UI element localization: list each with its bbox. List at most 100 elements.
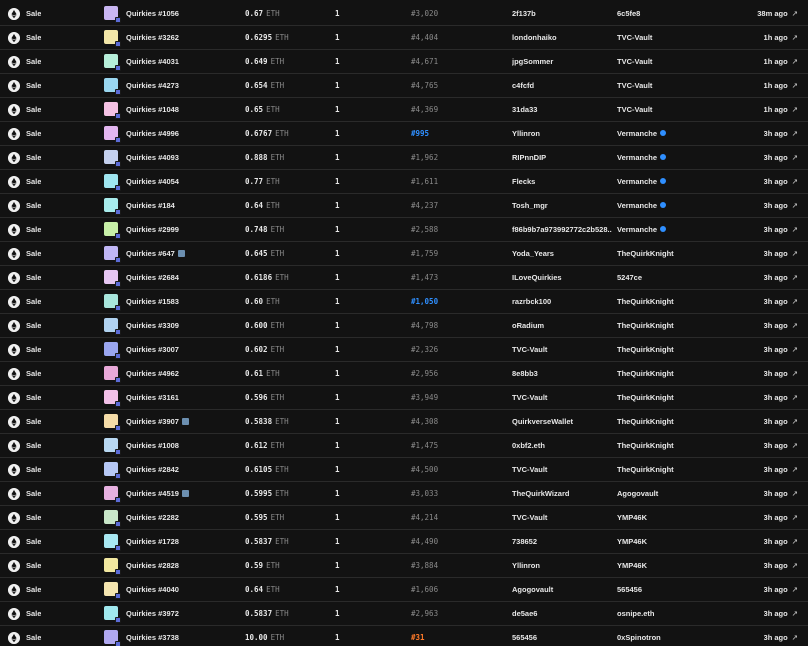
table-row[interactable]: Sale Quirkies #4273 0.654 ETH 1 #4,765 c4fcfd T… (0, 74, 808, 98)
to-address-link[interactable]: YMP46K (617, 506, 727, 529)
item-name-link[interactable]: Quirkies #1008 (126, 434, 179, 457)
time-link[interactable]: 3h ago ↗ (764, 434, 798, 457)
table-row[interactable]: Sale Quirkies #3309 0.600 ETH 1 #4,798 oRadium… (0, 314, 808, 338)
from-address-link[interactable]: 0xbf2.eth (512, 434, 612, 457)
time-link[interactable]: 3h ago ↗ (764, 578, 798, 601)
item-name-link[interactable]: Quirkies #2684 (126, 266, 179, 289)
item-name-link[interactable]: Quirkies #4093 (126, 146, 179, 169)
to-address-link[interactable]: Agogovault (617, 482, 727, 505)
nft-thumbnail[interactable] (104, 318, 121, 335)
table-row[interactable]: Sale Quirkies #1583 0.60 ETH 1 #1,050 razrbck1… (0, 290, 808, 314)
nft-thumbnail[interactable] (104, 366, 121, 383)
from-address-link[interactable]: Yllinron (512, 122, 612, 145)
time-link[interactable]: 1h ago ↗ (764, 98, 798, 121)
table-row[interactable]: Sale Quirkies #2282 0.595 ETH 1 #4,214 TVC-Vau… (0, 506, 808, 530)
time-link[interactable]: 3h ago ↗ (764, 146, 798, 169)
table-row[interactable]: Sale Quirkies #2999 0.748 ETH 1 #2,588 f86b9b7… (0, 218, 808, 242)
nft-thumbnail[interactable] (104, 126, 121, 143)
nft-thumbnail[interactable] (104, 630, 121, 646)
table-row[interactable]: Sale Quirkies #647 0.645 ETH 1 #1,759 Yoda_Yea… (0, 242, 808, 266)
from-address-link[interactable]: c4fcfd (512, 74, 612, 97)
nft-thumbnail[interactable] (104, 270, 121, 287)
item-name-link[interactable]: Quirkies #1048 (126, 98, 179, 121)
item-name-link[interactable]: Quirkies #3309 (126, 314, 179, 337)
item-name-link[interactable]: Quirkies #184 (126, 194, 175, 217)
to-address-link[interactable]: 6c5fe8 (617, 2, 727, 25)
from-address-link[interactable]: 565456 (512, 626, 612, 646)
item-name-link[interactable]: Quirkies #4273 (126, 74, 179, 97)
time-link[interactable]: 1h ago ↗ (764, 74, 798, 97)
table-row[interactable]: Sale Quirkies #4031 0.649 ETH 1 #4,671 jpgSomm… (0, 50, 808, 74)
nft-thumbnail[interactable] (104, 558, 121, 575)
to-address-link[interactable]: TVC-Vault (617, 98, 727, 121)
table-row[interactable]: Sale Quirkies #3907 0.5838 ETH 1 #4,308 Quirkv… (0, 410, 808, 434)
item-name-link[interactable]: Quirkies #4996 (126, 122, 179, 145)
item-name-link[interactable]: Quirkies #3907 (126, 410, 189, 433)
item-name-link[interactable]: Quirkies #4040 (126, 578, 179, 601)
nft-thumbnail[interactable] (104, 174, 121, 191)
from-address-link[interactable]: RIPnnDIP (512, 146, 612, 169)
item-name-link[interactable]: Quirkies #3007 (126, 338, 179, 361)
nft-thumbnail[interactable] (104, 486, 121, 503)
to-address-link[interactable]: Vermanche (617, 218, 727, 241)
nft-thumbnail[interactable] (104, 6, 121, 23)
from-address-link[interactable]: oRadium (512, 314, 612, 337)
time-link[interactable]: 3h ago ↗ (764, 602, 798, 625)
nft-thumbnail[interactable] (104, 150, 121, 167)
nft-thumbnail[interactable] (104, 534, 121, 551)
table-row[interactable]: Sale Quirkies #1056 0.67 ETH 1 #3,020 2f137b 6c… (0, 2, 808, 26)
nft-thumbnail[interactable] (104, 102, 121, 119)
nft-thumbnail[interactable] (104, 54, 121, 71)
item-name-link[interactable]: Quirkies #647 (126, 242, 185, 265)
to-address-link[interactable]: 565456 (617, 578, 727, 601)
from-address-link[interactable]: ILoveQuirkies (512, 266, 612, 289)
to-address-link[interactable]: TheQuirkKnight (617, 386, 727, 409)
time-link[interactable]: 3h ago ↗ (764, 530, 798, 553)
item-name-link[interactable]: Quirkies #3972 (126, 602, 179, 625)
table-row[interactable]: Sale Quirkies #2842 0.6105 ETH 1 #4,500 TVC-Va… (0, 458, 808, 482)
item-name-link[interactable]: Quirkies #4031 (126, 50, 179, 73)
to-address-link[interactable]: TheQuirkKnight (617, 458, 727, 481)
nft-thumbnail[interactable] (104, 30, 121, 47)
to-address-link[interactable]: Vermanche (617, 170, 727, 193)
from-address-link[interactable]: Yllinron (512, 554, 612, 577)
table-row[interactable]: Sale Quirkies #3972 0.5837 ETH 1 #2,963 de5ae6… (0, 602, 808, 626)
time-link[interactable]: 3h ago ↗ (764, 410, 798, 433)
from-address-link[interactable]: TVC-Vault (512, 506, 612, 529)
table-row[interactable]: Sale Quirkies #4996 0.6767 ETH 1 #995 Yllinron… (0, 122, 808, 146)
table-row[interactable]: Sale Quirkies #3738 10.00 ETH 1 #31 565456 0xSp… (0, 626, 808, 646)
table-row[interactable]: Sale Quirkies #4519 0.5995 ETH 1 #3,033 TheQui… (0, 482, 808, 506)
item-name-link[interactable]: Quirkies #4962 (126, 362, 179, 385)
item-name-link[interactable]: Quirkies #1728 (126, 530, 179, 553)
from-address-link[interactable]: jpgSommer (512, 50, 612, 73)
time-link[interactable]: 3h ago ↗ (764, 338, 798, 361)
to-address-link[interactable]: TheQuirkKnight (617, 410, 727, 433)
from-address-link[interactable]: 31da33 (512, 98, 612, 121)
nft-thumbnail[interactable] (104, 582, 121, 599)
from-address-link[interactable]: TheQuirkWizard (512, 482, 612, 505)
item-name-link[interactable]: Quirkies #4519 (126, 482, 189, 505)
item-name-link[interactable]: Quirkies #3161 (126, 386, 179, 409)
item-name-link[interactable]: Quirkies #4054 (126, 170, 179, 193)
to-address-link[interactable]: YMP46K (617, 530, 727, 553)
table-row[interactable]: Sale Quirkies #1048 0.65 ETH 1 #4,369 31da33 TV… (0, 98, 808, 122)
table-row[interactable]: Sale Quirkies #2684 0.6186 ETH 1 #1,473 ILoveQ… (0, 266, 808, 290)
to-address-link[interactable]: YMP46K (617, 554, 727, 577)
item-name-link[interactable]: Quirkies #2842 (126, 458, 179, 481)
table-row[interactable]: Sale Quirkies #3161 0.596 ETH 1 #3,949 TVC-Vau… (0, 386, 808, 410)
table-row[interactable]: Sale Quirkies #4962 0.61 ETH 1 #2,956 8e8bb3 Th… (0, 362, 808, 386)
table-row[interactable]: Sale Quirkies #1728 0.5837 ETH 1 #4,490 738652… (0, 530, 808, 554)
time-link[interactable]: 3h ago ↗ (764, 554, 798, 577)
nft-thumbnail[interactable] (104, 342, 121, 359)
item-name-link[interactable]: Quirkies #2828 (126, 554, 179, 577)
time-link[interactable]: 3h ago ↗ (764, 626, 798, 646)
table-row[interactable]: Sale Quirkies #2828 0.59 ETH 1 #3,884 Yllinron… (0, 554, 808, 578)
item-name-link[interactable]: Quirkies #2282 (126, 506, 179, 529)
from-address-link[interactable]: Agogovault (512, 578, 612, 601)
to-address-link[interactable]: TVC-Vault (617, 74, 727, 97)
time-link[interactable]: 3h ago ↗ (764, 194, 798, 217)
from-address-link[interactable]: 2f137b (512, 2, 612, 25)
nft-thumbnail[interactable] (104, 510, 121, 527)
from-address-link[interactable]: 8e8bb3 (512, 362, 612, 385)
from-address-link[interactable]: TVC-Vault (512, 458, 612, 481)
